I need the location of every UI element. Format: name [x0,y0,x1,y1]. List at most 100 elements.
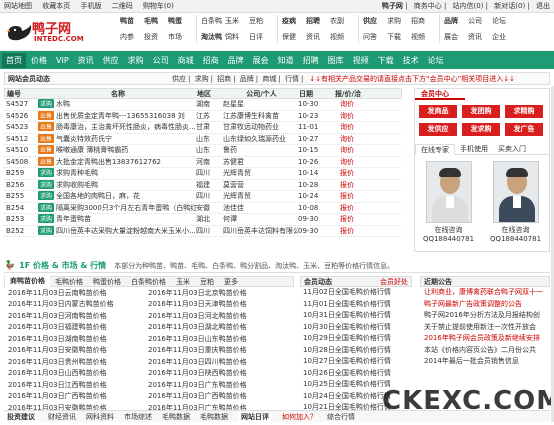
header-link[interactable]: 求购 [387,15,411,27]
header-link[interactable]: 招聘 [306,15,330,27]
bookmark-link[interactable]: 收藏本页 [42,2,70,10]
post-product-button[interactable]: 发商品 [419,105,457,118]
nav-item[interactable]: 招聘 [303,55,319,66]
table-row[interactable]: B256 求购 求购收购毛鸭 福建 莫营营 10-28 报价 [4,179,402,191]
table-row[interactable]: S4527 求购 水鸭 湖南 赵星星 10-30 询价 [4,99,402,111]
header-link[interactable]: 饲料 [225,31,249,43]
expert-qq[interactable]: QQ188440781 [490,235,542,243]
price-link[interactable]: 2016年11月03日湖南鸭苗价格 [4,334,144,344]
row-name[interactable]: 求购 四川岳英丰达采购大量淀粉越南大米玉米小... [38,225,196,236]
nav-item[interactable]: VIP [56,56,69,65]
price-tab[interactable]: 更多 [219,277,243,287]
row-company[interactable]: 池佳佳 [223,203,298,213]
header-link[interactable]: 豆粕 [249,15,273,27]
price-tab[interactable]: 豆粕 [195,277,219,287]
announcement-link[interactable]: 2016年鸭子网会员政策及新继续安排 [420,333,550,345]
nav-item[interactable]: 论坛 [428,55,444,66]
request-purchase-button[interactable]: 求精购 [505,105,543,118]
row-name-text[interactable]: 肠毒康治，主治禽坏死性肠炎，病毒性肠炎... [56,123,196,131]
table-row[interactable]: S4510 出售 喉嗽通康 薄桃膏鸭霸药 山东 鲁药 10-15 询价 [4,145,402,157]
row-name[interactable]: 出售 肠毒康治，主治禽坏死性肠炎，病毒性肠炎... [38,122,196,132]
price-tab[interactable]: 白条鸭价格 [126,277,171,287]
nav-item[interactable]: 图库 [328,55,344,66]
expert-consult-label[interactable]: 在线咨询 [490,225,542,235]
price-link[interactable]: 2016年11月03日福建鸭苗价格 [4,322,144,332]
header-link[interactable]: 市场 [168,31,192,43]
qrcode-link[interactable]: 二维码 [112,2,133,10]
chat-link[interactable]: 新对话(0) [494,2,525,10]
nav-item[interactable]: 下载 [378,55,394,66]
site-logo[interactable]: 鸭子网 INTEDC.COM [4,16,104,48]
expert-consult-label[interactable]: 在线咨询 [423,225,475,235]
member-news-link[interactable]: 10月27日全国毛鸭价格行情 [300,356,412,368]
row-name[interactable]: 出售 喉嗽通康 薄桃膏鸭霸药 [38,145,196,155]
header-link[interactable]: 投资 [144,31,168,43]
sitemap-link[interactable]: 网站地图 [4,2,32,10]
row-company[interactable]: 何谭 [223,214,298,224]
header-link[interactable]: 资讯 [468,31,492,43]
table-row[interactable]: S4523 出售 肠毒康治，主治禽坏死性肠炎，病毒性肠炎... 甘肃 甘肃牧远动物药业 1… [4,122,402,134]
announcement-link[interactable]: 2014年最后一批会员销售信息 [420,356,550,368]
price-link[interactable]: 2016年11月03日重庆鸭苗价格 [144,345,284,355]
business-center-link[interactable]: 商务中心 [414,2,442,10]
price-link[interactable]: 2016年11月03日广西鸭苗价格 [4,391,144,401]
table-row[interactable]: S4508 出售 大批金定青鸭出售13837612762 河南 苏健君 10-26 询价 [4,156,402,168]
row-name[interactable]: 求购 求购收购毛鸭 [38,179,196,190]
header-link[interactable]: 毛鸭 [144,15,168,27]
row-name-text[interactable]: 全国各地的肉鸭日，麻，花 [56,192,140,200]
row-action-link[interactable]: 询价 [332,122,362,132]
row-name[interactable]: 出售 大批金定青鸭出售13837612762 [38,156,196,167]
nav-item[interactable]: 招商 [203,55,219,66]
member-news-link[interactable]: 10月29日全国毛鸭价格行情 [300,333,412,345]
row-action-link[interactable]: 询价 [332,157,362,167]
row-name[interactable]: 出售 出售优质金定青年鸭---13655316038 刘 [38,110,196,121]
row-name-text[interactable]: 隔离采购3000只3个月左右青年蛋鸭（白鸭红... [56,204,196,212]
table-row[interactable]: B255 求购 全国各地的肉鸭日，麻，花 四川 光辉青贸 10-24 报价 [4,191,402,203]
link-market[interactable]: 行情 [285,75,299,83]
table-row[interactable]: B253 求购 青年蛋鸭苗 湖北 何谭 09-30 报价 [4,214,402,226]
price-tab[interactable]: 毛鸭价格 [50,277,88,287]
header-link[interactable]: 疫病 [282,15,306,27]
row-company[interactable]: 山东绿如久瑞源药业 [223,134,298,144]
price-link[interactable]: 2016年11月03日贵州鸭苗价格 [4,357,144,367]
link-brand[interactable]: 品牌 [240,75,254,83]
bottom-tab[interactable]: 如何加入？ [282,412,317,422]
row-action-link[interactable]: 报价 [332,226,362,236]
expert-card[interactable]: 在线咨询 QQ188440781 [490,161,542,243]
row-company[interactable]: 莫营营 [223,180,298,190]
member-news-link[interactable]: 10月28日全国毛鸭价格行情 [300,345,412,357]
header-link[interactable]: 招商 [411,15,435,27]
tab-mobile-use[interactable]: 手机使用 [455,144,493,154]
member-news-link[interactable]: 10月30日全国毛鸭价格行情 [300,322,412,334]
header-link[interactable]: 日评 [249,31,273,43]
header-link[interactable]: 品牌 [444,15,468,27]
row-company[interactable]: 光辉青贸 [223,191,298,201]
price-link[interactable]: 2016年11月03日河北鸭苗价格 [144,311,284,321]
announcement-link[interactable]: 关于禁止提前使用新注一次性开放会 [420,322,550,334]
price-link[interactable]: 2016年11月03日天津鸭苗价格 [144,299,284,309]
header-link[interactable]: 公司 [468,15,492,27]
member-news-link[interactable]: 10月26日全国毛鸭价格行情 [300,368,412,380]
row-action-link[interactable]: 询价 [332,145,362,155]
table-row[interactable]: B254 求购 隔离采购3000只3个月左右青年蛋鸭（白鸭红... 安徽 池佳佳 10-0… [4,202,402,214]
table-row[interactable]: B252 求购 四川岳英丰达采购大量淀粉越南大米玉米小... 四川 四川岳英丰达饲料有限… [4,225,402,237]
announcement-link[interactable]: 鸭子网最新广告政策调整的公告 [420,299,550,311]
header-link[interactable]: 白条鸭 [201,15,225,27]
nav-item[interactable]: 商城 [178,55,194,66]
bottom-tab[interactable]: 财经资讯 [48,412,76,422]
tab-online-expert[interactable]: 在线专家 [415,143,455,155]
announcement-link[interactable]: 本站《价格内容页公告》二月份公共 [420,345,550,357]
inbox-link[interactable]: 站内信(0) [453,2,484,10]
nav-item[interactable]: 求购 [128,55,144,66]
price-link[interactable]: 2016年11月03日广西鸭苗价格 [144,391,284,401]
price-link[interactable]: 2016年11月03日北京鸭苗价格 [144,288,284,298]
row-action-link[interactable]: 报价 [332,203,362,213]
header-link[interactable]: 下载 [387,31,411,43]
price-link[interactable]: 2016年11月03日山西鸭苗价格 [4,368,144,378]
row-company[interactable]: 赵星星 [223,99,298,109]
price-tab[interactable]: 商鸭苗价格 [5,276,50,287]
bottom-tab[interactable]: 综合行情 [327,412,355,422]
header-link[interactable]: 企业 [492,31,516,43]
price-tab[interactable]: 玉米 [171,277,195,287]
post-groupbuy-button[interactable]: 发团购 [462,105,500,118]
